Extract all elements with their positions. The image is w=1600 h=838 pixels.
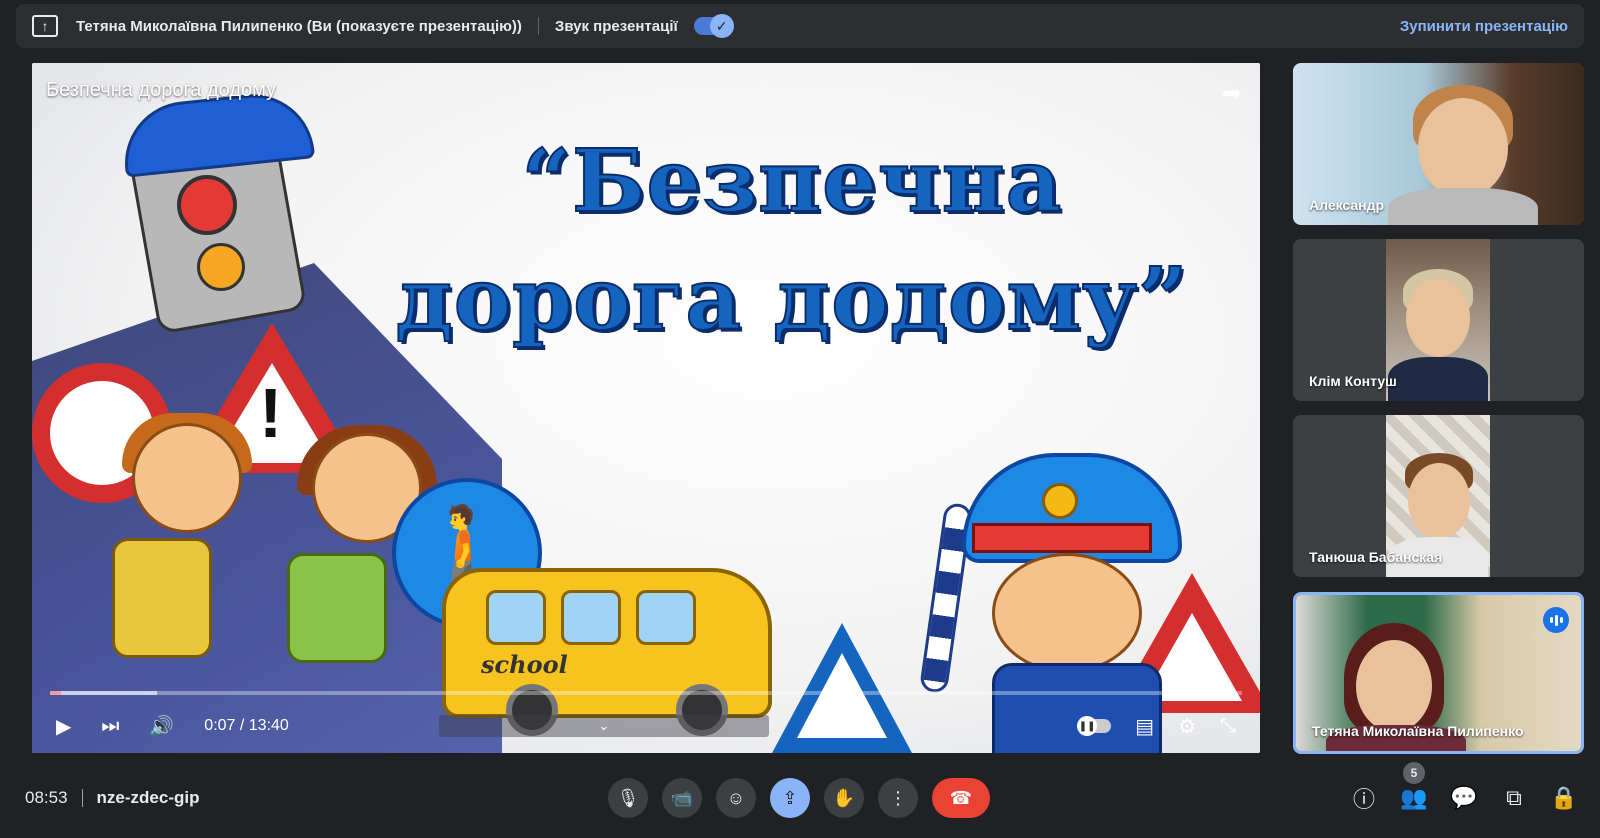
people-icon: 👥 xyxy=(1400,785,1428,810)
more-options-button[interactable]: ⋮ xyxy=(878,778,918,818)
shapes-icon: ⧉ xyxy=(1506,785,1522,810)
meeting-details-button[interactable]: ⓘ xyxy=(1348,778,1380,818)
chat-button[interactable]: 💬 xyxy=(1448,778,1480,818)
traffic-light-yellow-nose xyxy=(197,243,245,291)
next-icon[interactable]: ⏭ xyxy=(101,715,119,738)
pause-icon: ❚❚ xyxy=(1077,716,1098,736)
participant-tile[interactable]: Танюша Бабанская xyxy=(1293,415,1584,577)
camera-icon: 📹 xyxy=(670,787,694,808)
chat-icon: 💬 xyxy=(1450,785,1478,810)
chapter-selector[interactable]: ⌄ xyxy=(438,715,769,737)
play-icon[interactable]: ▶ xyxy=(56,714,71,739)
avatar xyxy=(1356,640,1432,732)
avatar xyxy=(1408,463,1470,539)
side-panel-controls: ⓘ 5 👥 💬 ⧉ 🔒 xyxy=(1348,762,1580,818)
microphone-icon: 🎙 xyxy=(616,787,640,808)
people-button[interactable]: 5 👥 xyxy=(1398,762,1430,818)
present-now-button[interactable]: ⇪ xyxy=(770,778,810,818)
presentation-sound-label: Звук презентації xyxy=(554,17,678,35)
meeting-info: 08:53 nze-zdec-gip xyxy=(25,788,200,808)
raise-hand-button[interactable]: ✋ xyxy=(824,778,864,818)
settings-gear-icon[interactable]: ⚙ xyxy=(1178,714,1196,739)
speaking-indicator-icon xyxy=(1543,607,1569,633)
call-controls: 🎙 📹 ☺ ⇪ ✋ ⋮ ☎ xyxy=(608,778,990,818)
avatar xyxy=(1406,279,1470,357)
autoplay-toggle[interactable]: ❚❚ xyxy=(1077,716,1112,736)
video-title[interactable]: Безпечна дорога додому xyxy=(46,79,276,102)
stop-presenting-button[interactable]: Зупинити презентацію xyxy=(1400,18,1568,35)
people-count-badge: 5 xyxy=(1403,762,1425,784)
presenting-bar: ↑ Тетяна Миколаївна Пилипенко (Ви (показ… xyxy=(16,4,1584,48)
video-controls: ▶ ⏭ 🔊 0:07 / 13:40 ⌄ ❚❚ ▤ ⚙ ⤡ xyxy=(32,699,1260,753)
school-bus: school xyxy=(442,568,772,736)
chevron-down-icon: ⌄ xyxy=(598,718,610,733)
participant-name: Александр xyxy=(1309,197,1385,213)
traffic-light-red-eye xyxy=(177,175,237,235)
video-progress-bar[interactable] xyxy=(50,691,1242,695)
slide-title-line-1: “Безпечна xyxy=(521,130,1063,233)
participant-tile[interactable]: Клім Контуш xyxy=(1293,239,1584,401)
backpack xyxy=(287,553,387,663)
bus-label: school xyxy=(481,650,568,679)
more-vert-icon: ⋮ xyxy=(889,787,907,808)
divider xyxy=(537,17,539,35)
phone-hangup-icon: ☎ xyxy=(949,787,973,808)
info-icon: ⓘ xyxy=(1352,787,1375,812)
present-screen-icon: ↑ xyxy=(32,15,58,37)
leave-call-button[interactable]: ☎ xyxy=(932,778,990,818)
present-screen-icon: ⇪ xyxy=(782,787,798,808)
slide-title: “Безпечна дорога додому” xyxy=(332,123,1252,359)
participant-tile-active-speaker[interactable]: Тетяна Миколаївна Пилипенко xyxy=(1293,592,1584,754)
volume-icon[interactable]: 🔊 xyxy=(149,714,174,739)
camera-button[interactable]: 📹 xyxy=(662,778,702,818)
host-controls-button[interactable]: 🔒 xyxy=(1548,778,1580,818)
participant-name: Танюша Бабанская xyxy=(1309,549,1443,565)
avatar xyxy=(1418,98,1508,198)
microphone-button[interactable]: 🎙 xyxy=(608,778,648,818)
meeting-code: nze-zdec-gip xyxy=(96,788,200,807)
bottom-toolbar: 08:53 nze-zdec-gip 🎙 📹 ☺ ⇪ ✋ ⋮ ☎ ⓘ 5 👥 💬… xyxy=(0,762,1600,838)
activities-button[interactable]: ⧉ xyxy=(1498,778,1530,818)
presentation-stage: ! 🚶 school “Безпечна дорога додому” Безп… xyxy=(32,63,1260,753)
participant-name: Клім Контуш xyxy=(1309,373,1397,389)
boy-character xyxy=(102,413,272,723)
reactions-button[interactable]: ☺ xyxy=(716,778,756,818)
subtitles-icon[interactable]: ▤ xyxy=(1135,714,1154,739)
lock-icon: 🔒 xyxy=(1550,785,1578,810)
video-time: 0:07 / 13:40 xyxy=(204,717,289,734)
exit-fullscreen-icon[interactable]: ⤡ xyxy=(1220,715,1236,738)
slide-title-line-2: дорога додому” xyxy=(394,248,1189,351)
backpack xyxy=(112,538,212,658)
emoji-icon: ☺ xyxy=(726,787,746,808)
participant-tile[interactable]: Александр xyxy=(1293,63,1584,225)
participant-name: Тетяна Миколаївна Пилипенко xyxy=(1312,723,1524,739)
clock: 08:53 xyxy=(25,788,68,807)
presenter-label: Тетяна Миколаївна Пилипенко (Ви (показує… xyxy=(76,17,522,35)
hand-icon: ✋ xyxy=(832,787,856,808)
presentation-sound-toggle[interactable]: ✓ xyxy=(693,14,734,38)
check-icon: ✓ xyxy=(709,14,734,38)
share-icon[interactable]: ➦ xyxy=(1222,79,1242,108)
